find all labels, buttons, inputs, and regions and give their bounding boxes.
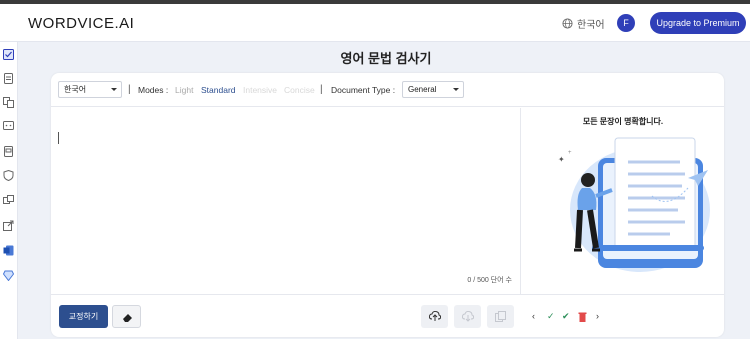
chevron-down-icon: [111, 88, 117, 91]
external-link-icon[interactable]: [3, 220, 14, 231]
correct-button[interactable]: 교정하기: [59, 305, 108, 328]
chevron-down-icon: [453, 88, 459, 91]
next-suggestion-button[interactable]: ›: [596, 311, 599, 321]
writing-illustration: ✦ +: [558, 137, 710, 272]
upgrade-button[interactable]: Upgrade to Premium: [650, 12, 746, 34]
language-switch[interactable]: 한국어: [562, 16, 605, 31]
document-type-label: Document Type :: [331, 85, 396, 95]
copy-button[interactable]: [487, 305, 514, 328]
mode-standard[interactable]: Standard: [201, 85, 236, 95]
svg-text:✦: ✦: [558, 155, 565, 164]
prev-suggestion-button[interactable]: ‹: [532, 311, 535, 321]
document-type-value: General: [408, 85, 437, 94]
clear-button[interactable]: [112, 305, 141, 328]
word-icon[interactable]: [3, 245, 14, 256]
download-button[interactable]: [454, 305, 481, 328]
document-icon[interactable]: [3, 73, 14, 84]
document-type-select[interactable]: General: [402, 81, 464, 98]
mode-concise[interactable]: Concise: [284, 85, 315, 95]
translate-icon[interactable]: [3, 195, 14, 206]
divider: |: [320, 84, 323, 95]
logo[interactable]: WORDVICE.AI: [28, 15, 134, 32]
sidebar: [0, 42, 18, 339]
text-editor[interactable]: 0 / 500 단어 수: [51, 108, 521, 294]
notes-icon[interactable]: [3, 146, 14, 157]
shield-icon[interactable]: [3, 170, 14, 181]
cloud-download-icon: [462, 311, 474, 322]
avatar[interactable]: F: [617, 14, 635, 32]
accept-all-icon[interactable]: ✔: [562, 311, 570, 322]
eraser-icon: [123, 314, 132, 322]
mode-intensive[interactable]: Intensive: [243, 85, 277, 95]
checker-toolbar: 한국어 | Modes : Light Standard Intensive C…: [51, 73, 724, 107]
word-counter: 0 / 500 단어 수: [467, 277, 512, 284]
upload-button[interactable]: [421, 305, 448, 328]
diamond-icon[interactable]: [3, 270, 14, 281]
result-panel: 모든 문장이 명확합니다. ✦ +: [522, 108, 724, 294]
globe-icon: [562, 18, 573, 29]
checker-card: 한국어 | Modes : Light Standard Intensive C…: [51, 73, 724, 337]
svg-text:+: +: [568, 150, 572, 156]
action-bar: 교정하기 ‹ ✓ ✔ ›: [51, 294, 724, 337]
language-switch-label: 한국어: [577, 20, 605, 31]
chat-icon[interactable]: [3, 121, 14, 132]
modes-label: Modes :: [138, 85, 169, 95]
paraphrase-icon[interactable]: [3, 97, 14, 108]
accept-icon[interactable]: ✓: [547, 311, 555, 322]
mode-light[interactable]: Light: [175, 85, 193, 95]
result-message: 모든 문장이 명확합니다.: [582, 117, 664, 126]
page-title: 영어 문법 검사기: [340, 51, 432, 66]
language-select[interactable]: 한국어: [58, 81, 122, 98]
text-cursor: [58, 132, 59, 144]
trash-icon[interactable]: [578, 312, 587, 322]
top-header: WORDVICE.AI 한국어 F Upgrade to Premium: [0, 4, 750, 42]
copy-icon: [495, 311, 506, 322]
cloud-upload-icon: [429, 311, 441, 321]
language-select-value: 한국어: [64, 85, 87, 94]
divider: |: [128, 84, 131, 95]
